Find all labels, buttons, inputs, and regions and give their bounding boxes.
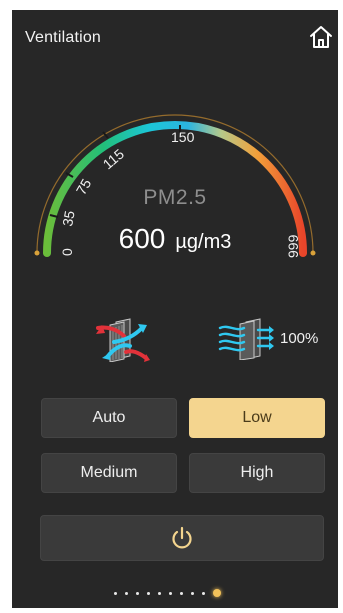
page-dot[interactable] <box>147 591 150 595</box>
power-icon <box>172 526 192 549</box>
mode-high-label: High <box>240 464 274 481</box>
mode-auto-button[interactable]: Auto <box>41 398 177 438</box>
page-dot-active[interactable] <box>213 589 221 597</box>
power-button[interactable] <box>40 515 324 561</box>
page-dot[interactable] <box>125 591 128 595</box>
mode-low-label: Low <box>242 409 272 426</box>
page-dot[interactable] <box>114 591 117 595</box>
page-dot[interactable] <box>191 591 194 595</box>
mode-medium-button[interactable]: Medium <box>41 453 177 493</box>
fan-flow-icon <box>218 318 274 360</box>
pm25-unit: µg/m3 <box>175 231 232 253</box>
ventilation-panel: Ventilation 0 35 75 115 150 999 PM2.5 60… <box>12 10 338 608</box>
page-dot[interactable] <box>180 591 183 595</box>
air-exchange-icon <box>96 318 150 362</box>
gauge-label-150: 150 <box>171 129 195 145</box>
mode-low-button[interactable]: Low <box>189 398 325 438</box>
page-indicator <box>114 588 221 598</box>
page-dot[interactable] <box>202 591 205 595</box>
pm25-reading: 600 µg/m3 <box>12 223 338 255</box>
page-dot[interactable] <box>169 591 172 595</box>
fan-speed-percent: 100% <box>280 330 319 347</box>
mode-high-button[interactable]: High <box>189 453 325 493</box>
pm25-gauge: 0 35 75 115 150 999 <box>34 114 316 258</box>
pm25-value: 600 <box>118 223 166 254</box>
mode-medium-label: Medium <box>80 464 138 481</box>
page-dot[interactable] <box>136 591 139 595</box>
pm25-label: PM2.5 <box>143 186 207 209</box>
mode-auto-label: Auto <box>92 409 126 426</box>
page-dot[interactable] <box>158 591 161 595</box>
